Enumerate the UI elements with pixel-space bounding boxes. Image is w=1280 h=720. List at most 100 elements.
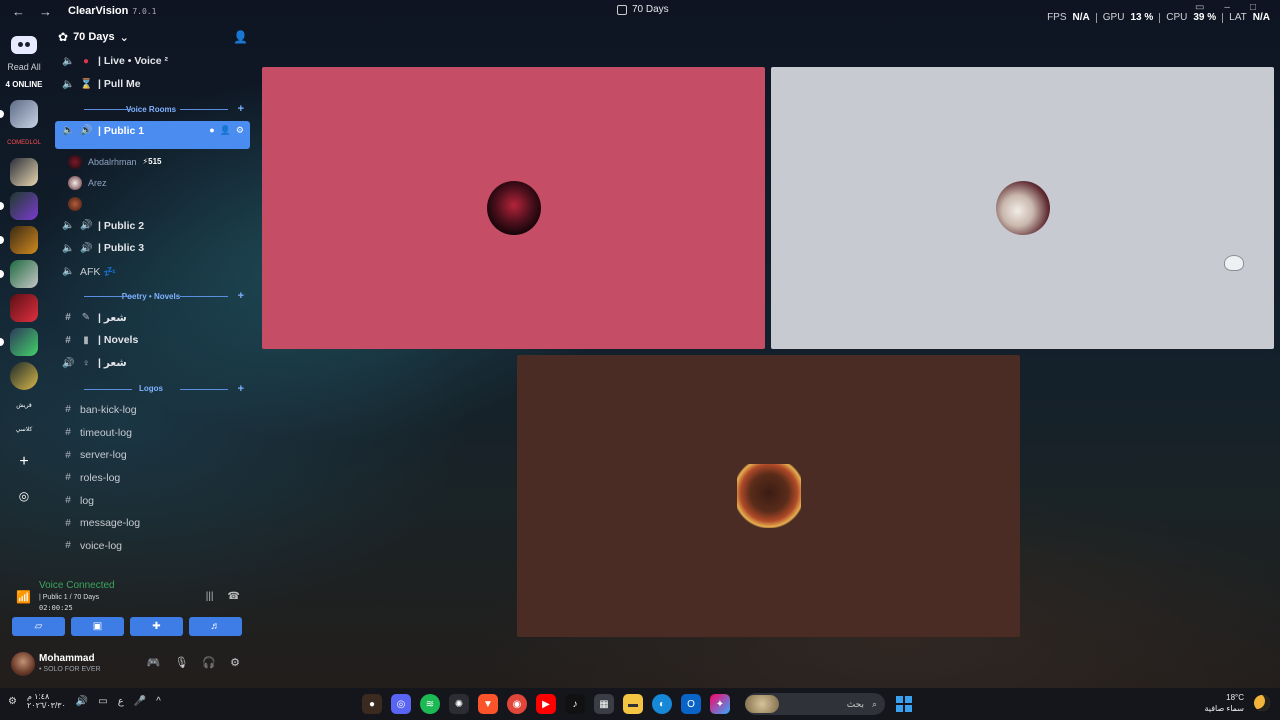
- copilot-icon[interactable]: ✦: [710, 694, 730, 714]
- chat-icon[interactable]: ●: [209, 125, 214, 136]
- server-icon[interactable]: COMEDLOL: [7, 134, 41, 152]
- server-rail: Read All 4 ONLINE COMEDLOL قريش كلاسي + …: [0, 24, 48, 584]
- channel-label: log: [80, 494, 95, 507]
- channel-public-2[interactable]: 🔈 🔊 | Public 2: [48, 214, 254, 237]
- forward-arrow-icon[interactable]: →: [39, 4, 52, 19]
- voice-location[interactable]: | Public 1 / 70 Days: [39, 594, 99, 601]
- server-folder-icon[interactable]: [0, 328, 38, 356]
- category-voice-rooms[interactable]: Voice Rooms +: [48, 99, 254, 119]
- discord-home-icon[interactable]: [11, 36, 37, 54]
- brave-icon[interactable]: ▼: [478, 694, 498, 714]
- channel-tools: ● 👤 ⚙: [209, 125, 244, 136]
- server-folder-icon[interactable]: [10, 362, 38, 390]
- server-icon[interactable]: [0, 100, 38, 128]
- channel-timeout-log[interactable]: # timeout-log: [48, 421, 254, 444]
- category-logs[interactable]: Logos +: [48, 379, 254, 399]
- participant-tile[interactable]: [771, 67, 1274, 349]
- microphone-icon[interactable]: 🎙: [174, 656, 188, 669]
- channel-live-voice[interactable]: 🔈 ● | Live • Voice ²: [48, 50, 254, 73]
- app-avatar-icon[interactable]: ●: [362, 694, 382, 714]
- edge-icon[interactable]: ◐: [652, 694, 672, 714]
- clock[interactable]: ١:٤٨ م ٢٠٢٦/٠٣/٣٠: [27, 692, 66, 710]
- add-server-icon[interactable]: +: [11, 449, 37, 475]
- channel-public-3[interactable]: 🔈 🔊 | Public 3: [48, 237, 254, 260]
- invite-people-icon[interactable]: 👤: [233, 30, 248, 44]
- voice-member[interactable]: [48, 193, 254, 214]
- invite-icon[interactable]: 👤: [220, 125, 231, 136]
- guild-header[interactable]: ✿ 70 Days ⌄ 👤: [48, 24, 254, 50]
- noise-suppression-icon[interactable]: |||: [206, 591, 214, 602]
- channel-label: | Live • Voice ²: [98, 55, 169, 68]
- camera-off-button[interactable]: ▱: [12, 617, 65, 636]
- language-indicator[interactable]: ع: [118, 696, 124, 707]
- cpu-value: 39 %: [1193, 12, 1217, 23]
- gear-icon[interactable]: ⚙: [236, 125, 244, 136]
- search-box[interactable]: بحث ⌕: [745, 693, 885, 715]
- channel-afk[interactable]: 🔈 AFK 💤: [48, 260, 254, 283]
- channel-public-1[interactable]: 🔈 🔊 | Public 1 ● 👤 ⚙: [55, 121, 250, 150]
- minimize-icon[interactable]: –: [1224, 2, 1230, 13]
- channel-novels[interactable]: # ▮ | Novels: [48, 329, 254, 352]
- category-poetry-novels[interactable]: Poetry • Novels +: [48, 286, 254, 306]
- tiktok-icon[interactable]: ♪: [565, 694, 585, 714]
- avatar[interactable]: [11, 652, 35, 676]
- channel-poetry-voice[interactable]: 🔊 ♀ | شعر: [48, 352, 254, 375]
- gear-icon[interactable]: ⚙: [230, 656, 240, 669]
- soundboard-button[interactable]: ♬: [189, 617, 242, 636]
- channel-ban-kick-log[interactable]: # ban-kick-log: [48, 399, 254, 422]
- gpu-value: 13 %: [1130, 12, 1154, 23]
- channel-log[interactable]: # log: [48, 489, 254, 512]
- gamepad-icon[interactable]: 🎮: [147, 656, 161, 669]
- server-icon[interactable]: قريش: [9, 396, 39, 414]
- maximize-icon[interactable]: □: [1250, 2, 1256, 13]
- create-channel-icon[interactable]: +: [238, 103, 244, 115]
- channel-label: message-log: [80, 517, 141, 530]
- inbox-icon[interactable]: ▭: [1195, 2, 1204, 13]
- network-icon[interactable]: ▭: [98, 696, 107, 707]
- disconnect-icon[interactable]: ☎: [228, 591, 240, 602]
- search-placeholder: بحث: [846, 698, 864, 709]
- channel-server-log[interactable]: # server-log: [48, 444, 254, 467]
- voice-member[interactable]: Arez: [48, 172, 254, 193]
- headphones-icon[interactable]: 🎧: [202, 656, 216, 669]
- outlook-icon[interactable]: O: [681, 694, 701, 714]
- channel-voice-log[interactable]: # voice-log: [48, 535, 254, 558]
- store-icon[interactable]: ▦: [594, 694, 614, 714]
- read-all-button[interactable]: Read All: [7, 62, 41, 72]
- channel-roles-log[interactable]: # roles-log: [48, 467, 254, 490]
- folder-icon[interactable]: ▬: [623, 694, 643, 714]
- steam-icon[interactable]: ✺: [449, 694, 469, 714]
- signal-icon[interactable]: 📶: [16, 590, 31, 604]
- server-folder-icon[interactable]: [10, 158, 38, 186]
- voice-status[interactable]: Voice Connected: [39, 580, 115, 591]
- participant-tile[interactable]: [517, 355, 1020, 637]
- server-folder-icon[interactable]: [10, 294, 38, 322]
- back-arrow-icon[interactable]: ←: [12, 4, 25, 19]
- channel-pull-me[interactable]: 🔈 ⌛ | Pull Me: [48, 73, 254, 96]
- screen-share-button[interactable]: ▣: [71, 617, 124, 636]
- volume-icon[interactable]: 🔊: [76, 696, 88, 707]
- create-channel-icon[interactable]: +: [238, 383, 244, 395]
- user-controls: 🎮 🎙 🎧 ⚙: [147, 656, 240, 669]
- chrome-icon[interactable]: ◉: [507, 694, 527, 714]
- settings-icon[interactable]: ⚙: [8, 696, 17, 707]
- weather-widget[interactable]: 18°C سماء صافية: [1204, 692, 1270, 714]
- activities-button[interactable]: ✚: [130, 617, 183, 636]
- spotify-icon[interactable]: ≋: [420, 694, 440, 714]
- channel-poetry[interactable]: # ✎ | شعر: [48, 306, 254, 329]
- discord-icon[interactable]: ◎: [391, 694, 411, 714]
- server-folder-icon[interactable]: [0, 260, 38, 288]
- server-folder-icon[interactable]: [0, 192, 38, 220]
- channel-message-log[interactable]: # message-log: [48, 512, 254, 535]
- youtube-icon[interactable]: ▶: [536, 694, 556, 714]
- windows-start-icon[interactable]: [896, 696, 912, 712]
- voice-member[interactable]: Abdalrhman ⚡515: [48, 151, 254, 172]
- chevron-up-icon[interactable]: ^: [156, 696, 161, 707]
- server-folder-icon[interactable]: [0, 226, 38, 254]
- user-name[interactable]: Mohammad: [39, 653, 95, 664]
- create-channel-icon[interactable]: +: [238, 290, 244, 302]
- participant-tile[interactable]: [262, 67, 765, 349]
- microphone-icon[interactable]: 🎤: [134, 696, 146, 707]
- server-icon[interactable]: كلاسي: [9, 420, 39, 438]
- explore-icon[interactable]: ◎: [11, 483, 37, 509]
